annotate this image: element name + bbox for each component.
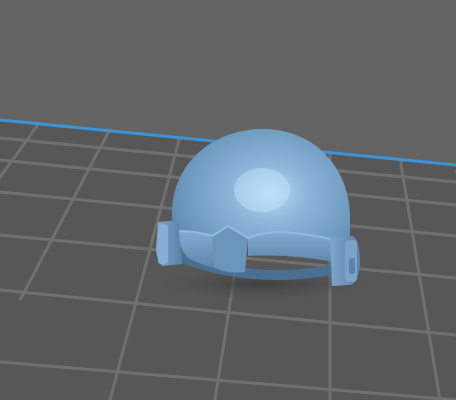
viewport-canvas[interactable] <box>0 0 456 400</box>
3d-viewport[interactable] <box>0 0 456 400</box>
helmet-ear-left-face <box>158 224 168 264</box>
helmet-ear-right-slot <box>349 258 355 274</box>
helmet-highlight <box>234 168 290 212</box>
